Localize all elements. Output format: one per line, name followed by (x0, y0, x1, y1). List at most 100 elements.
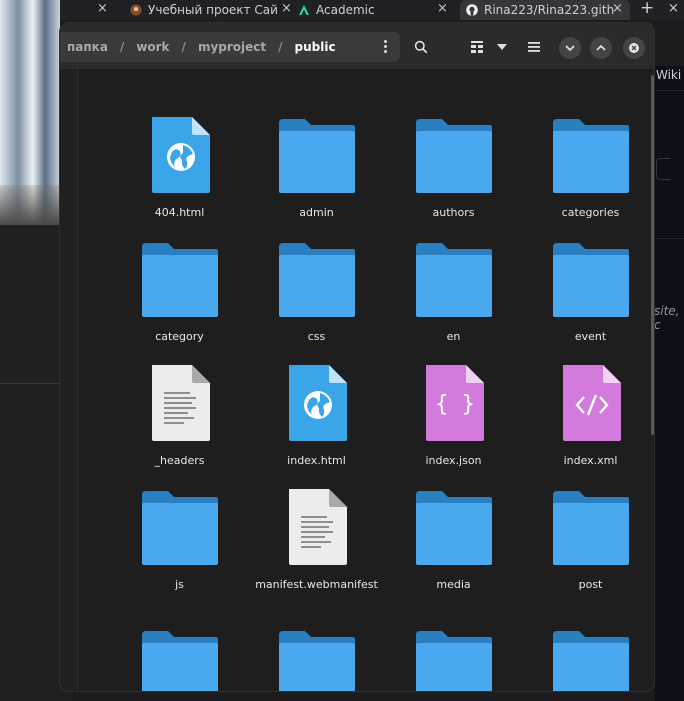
file-name: admin (299, 206, 334, 219)
breadcrumb-separator: / (181, 40, 186, 54)
file-item[interactable]: authors (385, 115, 522, 220)
folder-icon (248, 239, 385, 319)
background-text: site, c (654, 304, 680, 332)
tab-close-icon[interactable]: × (97, 0, 108, 20)
file-item[interactable]: admin (248, 115, 385, 220)
folder-icon (111, 627, 248, 691)
file-item[interactable]: index.xml (522, 363, 654, 468)
file-name: post (578, 578, 603, 591)
folder-icon (385, 115, 522, 195)
file-item[interactable]: post (522, 487, 654, 592)
tab-close-icon[interactable]: × (281, 0, 292, 20)
folder-icon (522, 487, 654, 567)
close-button[interactable] (623, 37, 645, 59)
text-file-icon (111, 363, 248, 443)
breadcrumb-separator: / (119, 40, 125, 54)
file-item[interactable] (385, 627, 522, 691)
path-menu-icon[interactable] (384, 40, 388, 54)
browser-tab-label: Учебный проект Сай (148, 3, 278, 17)
browser-tab-course[interactable]: Учебный проект Сай (130, 0, 278, 20)
breadcrumb-item[interactable]: папка (60, 40, 115, 54)
folder-icon (522, 115, 654, 195)
file-item[interactable] (522, 627, 654, 691)
breadcrumb-item[interactable]: myproject (191, 40, 273, 54)
file-name: event (574, 330, 607, 343)
json-file-icon: { } (385, 363, 522, 443)
file-name: index.json (425, 454, 482, 467)
wiki-link[interactable]: Wiki (656, 68, 681, 82)
file-item[interactable]: { } index.json (385, 363, 522, 468)
file-item[interactable]: index.html (248, 363, 385, 468)
file-item[interactable]: css (248, 239, 385, 344)
text-file-icon (248, 487, 385, 567)
github-icon (466, 4, 478, 16)
folder-icon (248, 115, 385, 195)
folder-icon (522, 239, 654, 319)
folder-icon (385, 627, 522, 691)
folder-icon (522, 627, 654, 691)
breadcrumb-item[interactable]: work (129, 40, 176, 54)
tab-close-icon[interactable]: × (437, 0, 448, 20)
xml-file-icon (522, 363, 654, 443)
svg-text:{ }: { } (435, 392, 475, 417)
site-favicon-icon (130, 4, 142, 16)
file-item[interactable]: js (111, 487, 248, 592)
folder-icon (111, 239, 248, 319)
file-name: 404.html (154, 206, 205, 219)
file-name: _headers (154, 454, 205, 467)
file-item[interactable]: category (111, 239, 248, 344)
divider (656, 238, 684, 239)
search-icon[interactable] (411, 37, 431, 57)
file-name: authors (432, 206, 475, 219)
video-thumbnail (0, 0, 60, 225)
chevron-down-icon[interactable] (492, 37, 512, 57)
file-item[interactable]: _headers (111, 363, 248, 468)
breadcrumb: папка / work / myproject / public (60, 32, 400, 62)
file-item[interactable] (248, 627, 385, 691)
breadcrumb-separator: / (278, 40, 283, 54)
tab-close-icon[interactable]: × (612, 0, 623, 20)
background-button[interactable] (656, 158, 670, 180)
browser-tab-label: Rina223/Rina223.gith (484, 3, 614, 17)
sidebar-divider (77, 69, 78, 691)
minimize-button[interactable] (559, 37, 581, 59)
file-name: categories (561, 206, 620, 219)
file-item[interactable]: manifest.webmanifest (248, 487, 385, 592)
browser-tab-strip: × Учебный проект Сай × Academic × Rina22… (0, 0, 684, 20)
html-file-icon (111, 115, 248, 195)
file-grid: 404.html admin authors categories category cs… (78, 69, 654, 691)
html-file-icon (248, 363, 385, 443)
folder-icon (248, 627, 385, 691)
file-item[interactable]: 404.html (111, 115, 248, 220)
view-toggle-icon[interactable] (467, 37, 487, 57)
browser-tab-label: Academic (316, 3, 375, 17)
folder-icon (385, 487, 522, 567)
file-name: media (436, 578, 471, 591)
file-name: index.html (287, 454, 346, 467)
academic-logo-icon (298, 4, 310, 16)
header-bar: папка / work / myproject / public (60, 23, 654, 69)
file-name: en (446, 330, 461, 343)
file-manager-window: папка / work / myproject / public 404.ht… (59, 22, 655, 692)
maximize-button[interactable] (590, 37, 612, 59)
divider (656, 90, 684, 91)
folder-icon (111, 487, 248, 567)
file-name: css (307, 330, 326, 343)
file-name: manifest.webmanifest (255, 578, 378, 591)
file-name: category (155, 330, 204, 343)
file-item[interactable]: media (385, 487, 522, 592)
browser-tab-academic[interactable]: Academic (298, 0, 418, 20)
file-item[interactable]: event (522, 239, 654, 344)
browser-tab-github[interactable]: Rina223/Rina223.gith (460, 0, 630, 20)
file-item[interactable]: categories (522, 115, 654, 220)
breadcrumb-current[interactable]: public (288, 40, 343, 54)
file-name: index.xml (563, 454, 618, 467)
new-tab-button[interactable]: + (640, 0, 654, 20)
scrollbar[interactable] (651, 75, 654, 435)
window-close-icon[interactable]: × (668, 0, 679, 20)
file-item[interactable]: en (385, 239, 522, 344)
file-name: js (175, 578, 184, 591)
hamburger-menu-icon[interactable] (524, 37, 544, 57)
file-item[interactable] (111, 627, 248, 691)
folder-icon (385, 239, 522, 319)
